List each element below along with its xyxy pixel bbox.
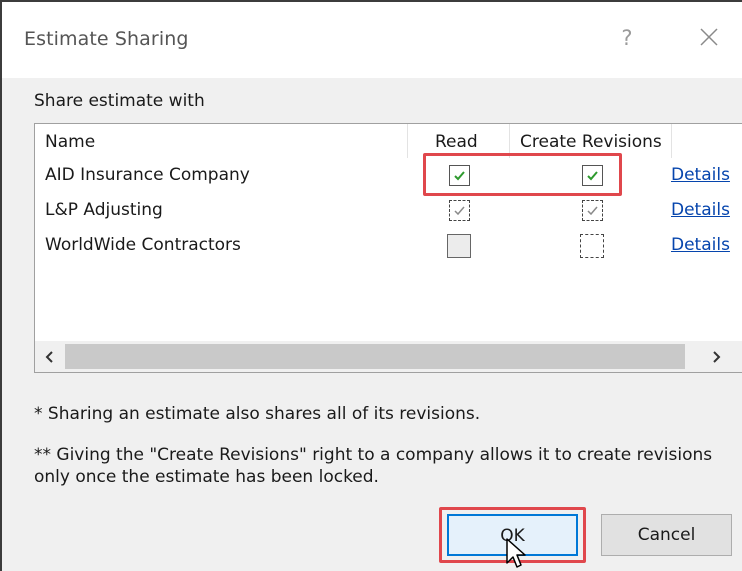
checkmark-icon: [587, 206, 598, 216]
dialog-title: Estimate Sharing: [24, 28, 189, 50]
column-separator[interactable]: [407, 124, 408, 158]
company-name: WorldWide Contractors: [45, 235, 241, 255]
details-link[interactable]: Details: [671, 158, 730, 192]
close-icon: [700, 28, 718, 46]
read-checkbox[interactable]: [447, 234, 471, 258]
scroll-right-button[interactable]: [701, 341, 731, 372]
note-sharing: * Sharing an estimate also shares all of…: [34, 404, 481, 424]
note-create-revisions-line2: only once the estimate has been locked.: [34, 467, 379, 487]
details-link[interactable]: Details: [671, 228, 730, 262]
checkmark-icon: [454, 206, 465, 216]
title-bar: Estimate Sharing ?: [2, 2, 742, 78]
close-button[interactable]: [687, 18, 731, 58]
cancel-button[interactable]: Cancel: [601, 514, 732, 556]
share-with-label: Share estimate with: [34, 91, 205, 111]
chevron-right-icon: [713, 350, 721, 363]
scroll-left-button[interactable]: [35, 341, 65, 372]
note-create-revisions-line1: ** Giving the "Create Revisions" right t…: [34, 445, 713, 465]
mouse-cursor-icon: [506, 538, 526, 568]
scrollbar-thumb[interactable]: [65, 344, 685, 369]
help-button[interactable]: ?: [605, 18, 649, 58]
share-list: Name Read Create Revisions AID Insurance…: [34, 123, 742, 373]
list-item[interactable]: AID Insurance Company Details: [35, 158, 742, 192]
chevron-left-icon: [45, 350, 53, 363]
company-name: L&P Adjusting: [45, 200, 163, 220]
read-checkbox[interactable]: [449, 200, 470, 221]
company-name: AID Insurance Company: [45, 165, 250, 185]
horizontal-scrollbar[interactable]: [35, 341, 742, 372]
column-separator[interactable]: [671, 124, 672, 158]
column-header-name[interactable]: Name: [45, 124, 95, 160]
highlight-box: [423, 153, 622, 196]
create-revisions-checkbox[interactable]: [582, 200, 603, 221]
create-revisions-checkbox[interactable]: [580, 234, 604, 258]
list-item[interactable]: L&P Adjusting Details: [35, 193, 742, 227]
details-link[interactable]: Details: [671, 193, 730, 227]
estimate-sharing-dialog: Estimate Sharing ? Share estimate with N…: [0, 0, 742, 571]
list-item[interactable]: WorldWide Contractors Details: [35, 228, 742, 262]
